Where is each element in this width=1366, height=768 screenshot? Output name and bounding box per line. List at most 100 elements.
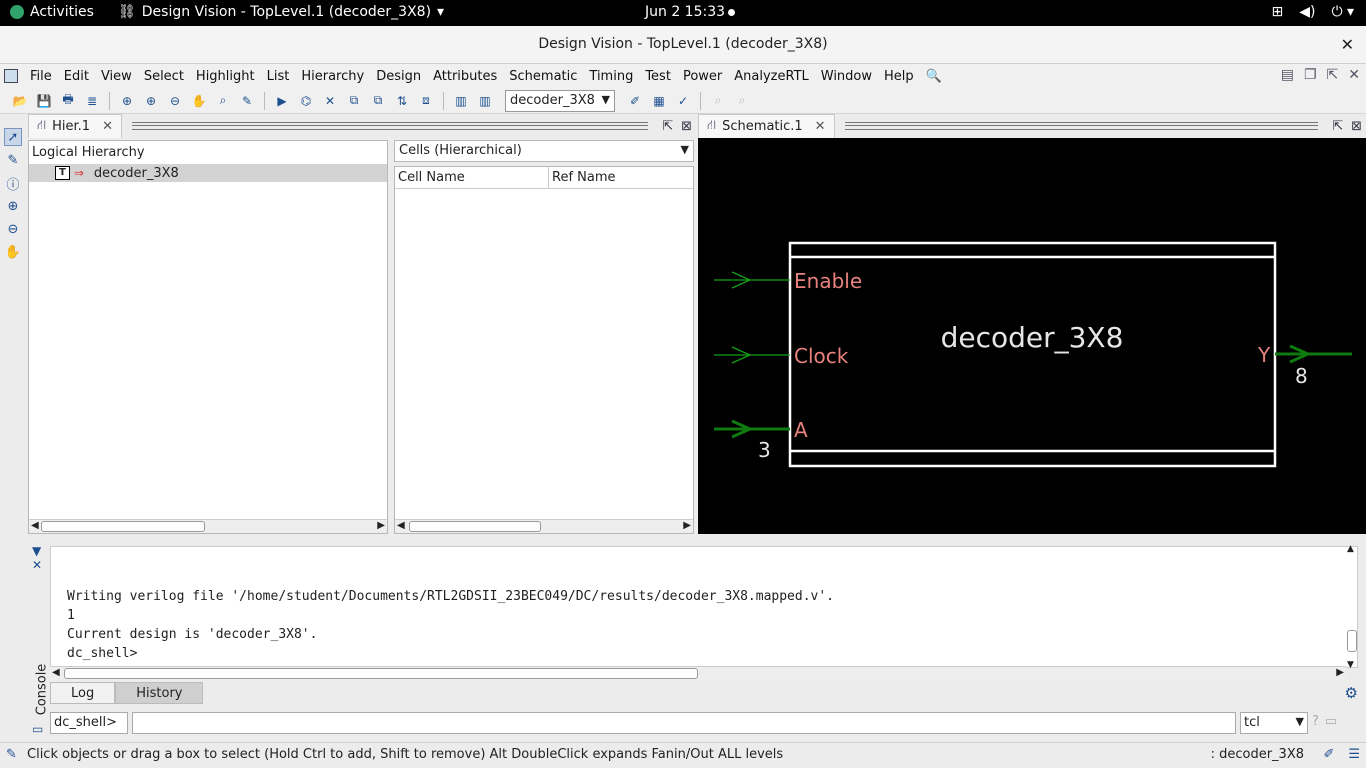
create-symbol-icon[interactable]: ▶ bbox=[273, 92, 291, 110]
menu-highlight[interactable]: Highlight bbox=[190, 69, 261, 84]
back-disabled-icon[interactable]: ⌕ bbox=[709, 92, 727, 110]
scroll-left-icon[interactable]: ◀ bbox=[31, 520, 39, 531]
print-icon[interactable]: 🖶 bbox=[59, 92, 77, 110]
panel-drag-handle[interactable] bbox=[844, 122, 1319, 130]
schematic-canvas[interactable]: decoder_3X8 Enable Clock A 3 Y 8 bbox=[698, 138, 1366, 534]
help-icon[interactable]: ? bbox=[1312, 714, 1319, 729]
gear-icon[interactable]: ⚙ bbox=[1345, 684, 1358, 702]
menu-attributes[interactable]: Attributes bbox=[427, 69, 503, 84]
maximize-panel-icon[interactable]: ⊠ bbox=[1351, 119, 1362, 134]
scroll-down-icon[interactable]: ▼ bbox=[1347, 660, 1354, 670]
column-cell-name[interactable]: Cell Name bbox=[395, 167, 549, 188]
window-icon[interactable]: ▭ bbox=[1325, 714, 1337, 729]
float-panel-icon[interactable]: ⇱ bbox=[662, 119, 673, 134]
cascade-windows-icon[interactable]: ❐ bbox=[1304, 67, 1317, 83]
scroll-thumb[interactable] bbox=[1347, 630, 1357, 652]
close-icon[interactable]: ✕ bbox=[815, 119, 826, 134]
report-icon[interactable]: ▦ bbox=[650, 92, 668, 110]
menu-timing[interactable]: Timing bbox=[583, 69, 639, 84]
search-icon[interactable]: 🔍 bbox=[920, 69, 948, 84]
close-icon[interactable]: ✕ bbox=[102, 119, 113, 134]
cross-probe-icon[interactable]: ✕ bbox=[321, 92, 339, 110]
zoom-out-icon[interactable]: ⊖ bbox=[4, 220, 22, 238]
tile-windows-icon[interactable]: ▤ bbox=[1281, 67, 1294, 83]
scroll-thumb[interactable] bbox=[409, 521, 541, 532]
tab-log[interactable]: Log bbox=[50, 682, 116, 704]
panel-drag-handle[interactable] bbox=[132, 122, 649, 130]
system-tray[interactable]: ⊞ ◀) ⏻ ▾ bbox=[1271, 4, 1354, 20]
clear-highlight-icon[interactable]: ✐ bbox=[626, 92, 644, 110]
list-icon[interactable]: ☰ bbox=[1348, 747, 1360, 762]
zoom-fit-icon[interactable]: ⊕ bbox=[118, 92, 136, 110]
menu-view[interactable]: View bbox=[95, 69, 138, 84]
open-folder-icon[interactable]: 📂 bbox=[11, 92, 29, 110]
clock[interactable]: Jun 2 15:33 bbox=[645, 4, 736, 20]
hierarchy-icon[interactable]: ⧈ bbox=[417, 92, 435, 110]
menu-help[interactable]: Help bbox=[878, 69, 920, 84]
fanout-icon[interactable]: ⇅ bbox=[393, 92, 411, 110]
schematic-icon[interactable]: ⌬ bbox=[297, 92, 315, 110]
scroll-left-icon[interactable]: ◀ bbox=[52, 667, 60, 678]
menu-select[interactable]: Select bbox=[138, 69, 190, 84]
tab-hier[interactable]: ⛙ Hier.1 ✕ bbox=[28, 114, 122, 138]
forward-disabled-icon[interactable]: ⌕ bbox=[733, 92, 751, 110]
horizontal-scrollbar[interactable]: ◀ ▶ bbox=[29, 519, 387, 533]
menu-schematic[interactable]: Schematic bbox=[503, 69, 583, 84]
float-window-icon[interactable]: ⇱ bbox=[1327, 67, 1339, 83]
zoom-tool-icon[interactable]: ⌕ bbox=[214, 92, 232, 110]
float-panel-icon[interactable]: ⇱ bbox=[1332, 119, 1343, 134]
select-tool-icon[interactable]: ✎ bbox=[238, 92, 256, 110]
zoom-out-icon[interactable]: ⊖ bbox=[166, 92, 184, 110]
scroll-left-icon[interactable]: ◀ bbox=[397, 520, 405, 531]
menu-hierarchy[interactable]: Hierarchy bbox=[295, 69, 370, 84]
cell-body[interactable] bbox=[788, 241, 1277, 468]
highlight-icon[interactable]: ✐ bbox=[1323, 747, 1334, 762]
select-arrow-icon[interactable]: ➚ bbox=[4, 128, 22, 146]
tab-history[interactable]: History bbox=[115, 682, 204, 704]
scroll-right-icon[interactable]: ▶ bbox=[683, 520, 691, 531]
menu-window[interactable]: Window bbox=[815, 69, 878, 84]
language-select[interactable]: tcl ▼ bbox=[1240, 712, 1308, 734]
window-close-button[interactable]: ✕ bbox=[1341, 35, 1354, 54]
script-icon[interactable]: ≣ bbox=[83, 92, 101, 110]
scroll-right-icon[interactable]: ▶ bbox=[1336, 667, 1344, 678]
info-icon[interactable]: ⓘ bbox=[4, 174, 22, 193]
check-design-icon[interactable]: ✓ bbox=[674, 92, 692, 110]
menu-power[interactable]: Power bbox=[677, 69, 728, 84]
cells-view-select[interactable]: Cells (Hierarchical) ▼ bbox=[394, 140, 694, 162]
maximize-panel-icon[interactable]: ⊠ bbox=[681, 119, 692, 134]
scroll-thumb[interactable] bbox=[64, 668, 698, 679]
tab-schematic[interactable]: ⛙ Schematic.1 ✕ bbox=[698, 114, 835, 138]
pan-icon[interactable]: ✋ bbox=[190, 92, 208, 110]
close-icon[interactable]: ✕ bbox=[32, 558, 42, 572]
save-icon[interactable]: 💾 bbox=[35, 92, 53, 110]
menu-analyzertl[interactable]: AnalyzeRTL bbox=[728, 69, 815, 84]
histogram-nc-icon[interactable]: ▥ bbox=[476, 92, 494, 110]
tree-item-decoder[interactable]: T ⇒ decoder_3X8 bbox=[29, 164, 387, 182]
vertical-scrollbar[interactable]: ▲ ▼ bbox=[1346, 544, 1358, 670]
histogram-icon[interactable]: ▥ bbox=[452, 92, 470, 110]
scroll-up-icon[interactable]: ▲ bbox=[1347, 544, 1354, 554]
scroll-thumb[interactable] bbox=[41, 521, 205, 532]
scroll-right-icon[interactable]: ▶ bbox=[377, 520, 385, 531]
close-window-icon[interactable]: ✕ bbox=[1348, 67, 1360, 83]
design-select[interactable]: decoder_3X8 ▼ bbox=[505, 89, 615, 112]
zoom-in-icon[interactable]: ⊕ bbox=[4, 197, 22, 215]
command-input[interactable] bbox=[132, 712, 1236, 734]
menu-edit[interactable]: Edit bbox=[58, 69, 95, 84]
app-menu[interactable]: ⛓ Design Vision - TopLevel.1 (decoder_3X… bbox=[118, 4, 444, 20]
hand-pan-icon[interactable]: ✋ bbox=[4, 243, 22, 261]
menu-list[interactable]: List bbox=[261, 69, 296, 84]
pencil-icon[interactable]: ✎ bbox=[4, 151, 22, 169]
horizontal-scrollbar[interactable]: ◀ ▶ bbox=[395, 519, 693, 533]
menu-file[interactable]: File bbox=[24, 69, 58, 84]
horizontal-scrollbar[interactable]: ◀ ▶ bbox=[50, 666, 1346, 680]
column-ref-name[interactable]: Ref Name bbox=[549, 167, 619, 188]
console-log[interactable]: Writing verilog file '/home/student/Docu… bbox=[50, 546, 1358, 668]
zoom-in-icon[interactable]: ⊕ bbox=[142, 92, 160, 110]
path-schematic-icon[interactable]: ⧉ bbox=[345, 92, 363, 110]
activities-button[interactable]: Activities bbox=[10, 4, 94, 20]
collapse-icon[interactable]: ▼ bbox=[32, 544, 41, 558]
menu-test[interactable]: Test bbox=[639, 69, 677, 84]
menu-design[interactable]: Design bbox=[370, 69, 427, 84]
